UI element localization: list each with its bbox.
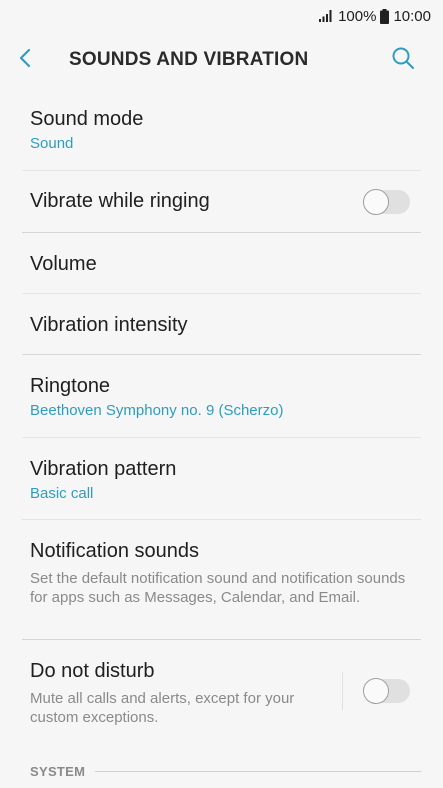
search-button[interactable]	[379, 32, 427, 88]
signal-icon	[318, 9, 334, 23]
setting-vibration-intensity[interactable]: Vibration intensity	[0, 294, 443, 355]
battery-percent: 100%	[338, 7, 377, 25]
battery-icon	[380, 8, 390, 24]
app-header: SOUNDS AND VIBRATION	[0, 32, 443, 88]
setting-title: Sound mode	[30, 108, 144, 130]
setting-notification-sounds[interactable]: Notification sounds Set the default noti…	[0, 520, 443, 640]
settings-list: Sound mode Sound Vibrate while ringing V…	[0, 88, 443, 738]
setting-title: Do not disturb	[30, 660, 155, 682]
section-label: SYSTEM	[30, 764, 86, 779]
setting-title: Vibration intensity	[30, 314, 188, 336]
toggle-knob	[363, 678, 389, 704]
vibrate-while-ringing-toggle[interactable]	[363, 189, 410, 215]
setting-title: Volume	[30, 253, 97, 275]
status-bar: 100% 10:00	[0, 0, 443, 32]
setting-title: Notification sounds	[30, 540, 199, 562]
setting-volume[interactable]: Volume	[0, 233, 443, 294]
page-title: SOUNDS AND VIBRATION	[69, 49, 309, 70]
setting-ringtone[interactable]: Ringtone Beethoven Symphony no. 9 (Scher…	[0, 355, 443, 438]
section-header-system: SYSTEM	[30, 764, 421, 779]
setting-value: Beethoven Symphony no. 9 (Scherzo)	[30, 402, 284, 419]
vertical-separator	[342, 672, 343, 710]
setting-vibrate-while-ringing[interactable]: Vibrate while ringing	[0, 171, 443, 233]
chevron-left-icon	[18, 48, 32, 73]
setting-sound-mode[interactable]: Sound mode Sound	[0, 88, 443, 171]
clock: 10:00	[393, 7, 431, 25]
search-icon	[391, 46, 415, 75]
setting-value: Basic call	[30, 485, 94, 502]
setting-title: Vibration pattern	[30, 458, 177, 480]
setting-value: Sound	[30, 135, 74, 152]
toggle-knob	[363, 189, 389, 215]
setting-description: Set the default notification sound and n…	[30, 570, 406, 606]
back-button[interactable]	[18, 32, 64, 88]
section-divider	[95, 771, 421, 772]
setting-do-not-disturb[interactable]: Do not disturb Mute all calls and alerts…	[0, 640, 443, 738]
setting-description: Mute all calls and alerts, except for yo…	[30, 690, 295, 726]
setting-title: Ringtone	[30, 375, 111, 397]
setting-vibration-pattern[interactable]: Vibration pattern Basic call	[0, 438, 443, 520]
do-not-disturb-toggle[interactable]	[363, 678, 410, 704]
